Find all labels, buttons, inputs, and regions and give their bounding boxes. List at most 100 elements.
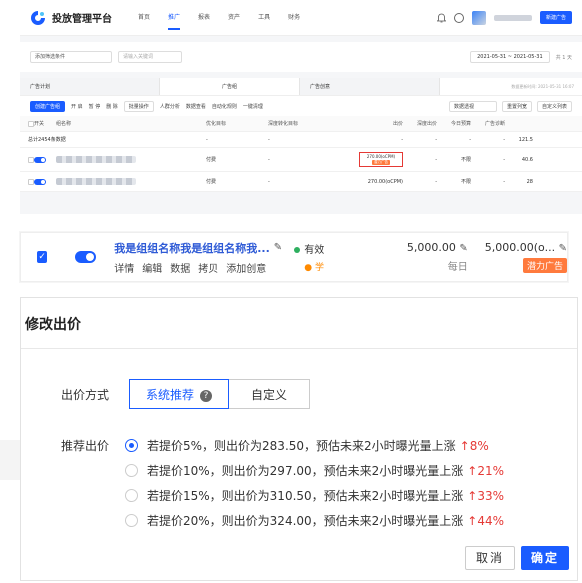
learning-badge[interactable]: ● 学 — [304, 260, 324, 273]
row-goal: 付费 — [206, 179, 217, 185]
data-pivot-select[interactable]: 数据透视 — [448, 100, 497, 112]
action-add-creative[interactable]: 添加创意 — [226, 260, 266, 275]
ad-table-card: 广告计划 广告组 广告创意 数据更新时间: 2021-05-31 16:07 创… — [20, 78, 582, 192]
date-start: 2021-05-31 — [477, 54, 507, 60]
group-name-link[interactable]: 我是组组名称我是组组名称我... — [114, 240, 270, 256]
row-toggle[interactable] — [34, 178, 46, 185]
reset-columns-button[interactable]: 重置列宽 — [501, 100, 532, 112]
radio-option-15[interactable] — [125, 489, 138, 502]
bell-icon[interactable] — [436, 13, 446, 23]
avatar[interactable] — [471, 10, 486, 25]
summary-last: 121.5 — [518, 136, 533, 143]
one-click-clean-button[interactable]: 一键清理 — [243, 103, 263, 110]
row-toggle[interactable] — [34, 156, 46, 163]
enable-button[interactable]: 开 启 — [71, 103, 83, 110]
cancel-button[interactable]: 取消 — [464, 546, 515, 570]
group-name-blurred[interactable] — [56, 178, 136, 185]
nav-report[interactable]: 报表 — [198, 0, 210, 36]
nav-tools[interactable]: 工具 — [258, 0, 270, 36]
row-toggle-on[interactable] — [75, 251, 97, 263]
tab-ad-creative[interactable]: 广告创意 — [300, 78, 440, 95]
mode-system-recommend-label: 系统推荐 — [146, 388, 195, 402]
top-nav: 投放管理平台 首页 推广 报表 资产 工具 财务 新建广告 — [20, 0, 582, 36]
nav-home[interactable]: 首页 — [138, 0, 150, 36]
batch-ops-select[interactable]: 批量操作 — [123, 100, 154, 112]
filter-bar: 添加筛选条件 请输入关键词 2021-05-31 ~ 2021-05-31 共 … — [20, 42, 582, 72]
date-range-picker[interactable]: 2021-05-31 ~ 2021-05-31 — [470, 51, 550, 63]
rise-value-text: 44% — [477, 513, 505, 528]
modal-footer: 取消 确定 — [464, 546, 569, 570]
summary-deep: - — [268, 136, 270, 143]
rise-value-text: 8% — [469, 438, 489, 453]
group-name-blurred[interactable] — [56, 156, 136, 163]
mode-custom-label: 自定义 — [251, 388, 288, 402]
create-group-button[interactable]: 创建广告组 — [30, 100, 66, 112]
status-dot-icon — [294, 247, 301, 253]
rise-value-text: 21% — [477, 463, 505, 478]
radio-option-5[interactable] — [125, 439, 138, 452]
question-icon[interactable]: ? — [200, 389, 213, 402]
ad-group-row-detail[interactable]: ✓ 我是组组名称我是组组名称我... ✎ 详情 编辑 数据 拷贝 添加创意 有效… — [20, 232, 568, 282]
radio-option-10[interactable] — [125, 464, 138, 477]
table-row[interactable]: 付费 - 270.00(oCPM) 潜力广告 - 不限 - 40.6 — [20, 148, 582, 172]
tab-ad-plan[interactable]: 广告计划 — [20, 78, 160, 95]
custom-columns-button[interactable]: 自定义列表 — [536, 100, 572, 112]
auto-rule-button[interactable]: 自动化规则 — [212, 103, 237, 110]
status-cell: 有效 ● 学 — [294, 241, 398, 273]
data-view-button[interactable]: 数据查看 — [186, 103, 206, 110]
nav-assets[interactable]: 资产 — [228, 0, 240, 36]
ad-group-table: 开关 组名称 优化目标 深度转化目标 出价 深度出价 今日预算 广告诊断 总计2… — [20, 116, 582, 192]
summary-budget: - — [469, 136, 471, 143]
learning-badge-text: 学 — [314, 263, 324, 273]
nav-finance[interactable]: 财务 — [288, 0, 300, 36]
row-deep: - — [268, 178, 270, 185]
action-data[interactable]: 数据 — [170, 260, 190, 275]
date-end: 2021-05-31 — [513, 54, 543, 60]
account-name-blurred[interactable] — [493, 14, 532, 21]
option-text: 若提价5%，则出价为283.50，预估未来2小时曝光量上涨 — [147, 439, 456, 453]
table-row[interactable]: 付费 - 270.00(oCPM) - 不限 - 28 — [20, 172, 582, 192]
recommend-option[interactable]: 若提价20%，则出价为324.00，预估未来2小时曝光量上涨 ↑44% — [61, 508, 577, 533]
status-text: 有效 — [304, 245, 325, 256]
summary-deep-bid: - — [435, 136, 437, 143]
radio-option-20[interactable] — [125, 514, 138, 527]
nav-right: 新建广告 — [436, 10, 572, 25]
table-header: 开关 组名称 优化目标 深度转化目标 出价 深度出价 今日预算 广告诊断 — [20, 116, 582, 132]
mode-system-recommend[interactable]: 系统推荐? — [129, 379, 230, 409]
bid-highlight-box[interactable]: 270.00(oCPM) 潜力广告 — [359, 152, 403, 167]
option-text: 若提价10%，则出价为297.00，预估未来2小时曝光量上涨 — [147, 464, 464, 478]
col-header-bid: 出价 — [392, 121, 403, 127]
row-diag: - — [503, 156, 505, 163]
action-edit[interactable]: 编辑 — [142, 260, 162, 275]
recommend-option[interactable]: 若提价10%，则出价为297.00，预估未来2小时曝光量上涨 ↑21% — [61, 458, 577, 483]
recommend-bid-group: 推荐出价 若提价5%，则出价为283.50，预估未来2小时曝光量上涨 ↑8% 若… — [21, 433, 577, 533]
recommend-option[interactable]: 若提价15%，则出价为310.50，预估未来2小时曝光量上涨 ↑33% — [61, 483, 577, 508]
summary-diag: - — [503, 136, 505, 143]
crowd-analysis-button[interactable]: 人群分析 — [160, 103, 180, 110]
summary-bid: - — [401, 136, 403, 143]
row-checkbox-checked[interactable]: ✓ — [37, 251, 48, 263]
help-icon[interactable] — [453, 12, 464, 23]
mode-custom[interactable]: 自定义 — [229, 379, 311, 409]
search-input[interactable]: 请输入关键词 — [118, 51, 182, 63]
action-detail[interactable]: 详情 — [114, 260, 134, 275]
option-text: 若提价15%，则出价为310.50，预估未来2小时曝光量上涨 — [147, 489, 464, 503]
new-ad-button[interactable]: 新建广告 — [539, 11, 572, 24]
edit-bid-icon[interactable]: ✎ — [559, 243, 567, 254]
rise-value: ↑8% — [459, 438, 489, 453]
confirm-button[interactable]: 确定 — [520, 546, 569, 570]
row-bid[interactable]: 270.00(oCPM) — [348, 179, 403, 185]
row-last: 40.6 — [521, 156, 533, 163]
edit-budget-icon[interactable]: ✎ — [459, 243, 467, 254]
summary-goal: - — [206, 136, 208, 143]
action-copy[interactable]: 拷贝 — [198, 260, 218, 275]
toolbar-right: 数据透视 重置列宽 自定义列表 — [448, 100, 572, 112]
nav-promotion[interactable]: 推广 — [168, 0, 181, 36]
edit-name-icon[interactable]: ✎ — [274, 242, 282, 253]
delete-button[interactable]: 删 除 — [106, 103, 118, 110]
row-last: 28 — [526, 178, 533, 185]
tab-ad-group[interactable]: 广告组 — [160, 78, 300, 95]
recommend-option[interactable]: 推荐出价 若提价5%，则出价为283.50，预估未来2小时曝光量上涨 ↑8% — [61, 433, 577, 458]
pause-button[interactable]: 暂 停 — [89, 103, 101, 110]
filter-condition-select[interactable]: 添加筛选条件 — [30, 51, 112, 63]
